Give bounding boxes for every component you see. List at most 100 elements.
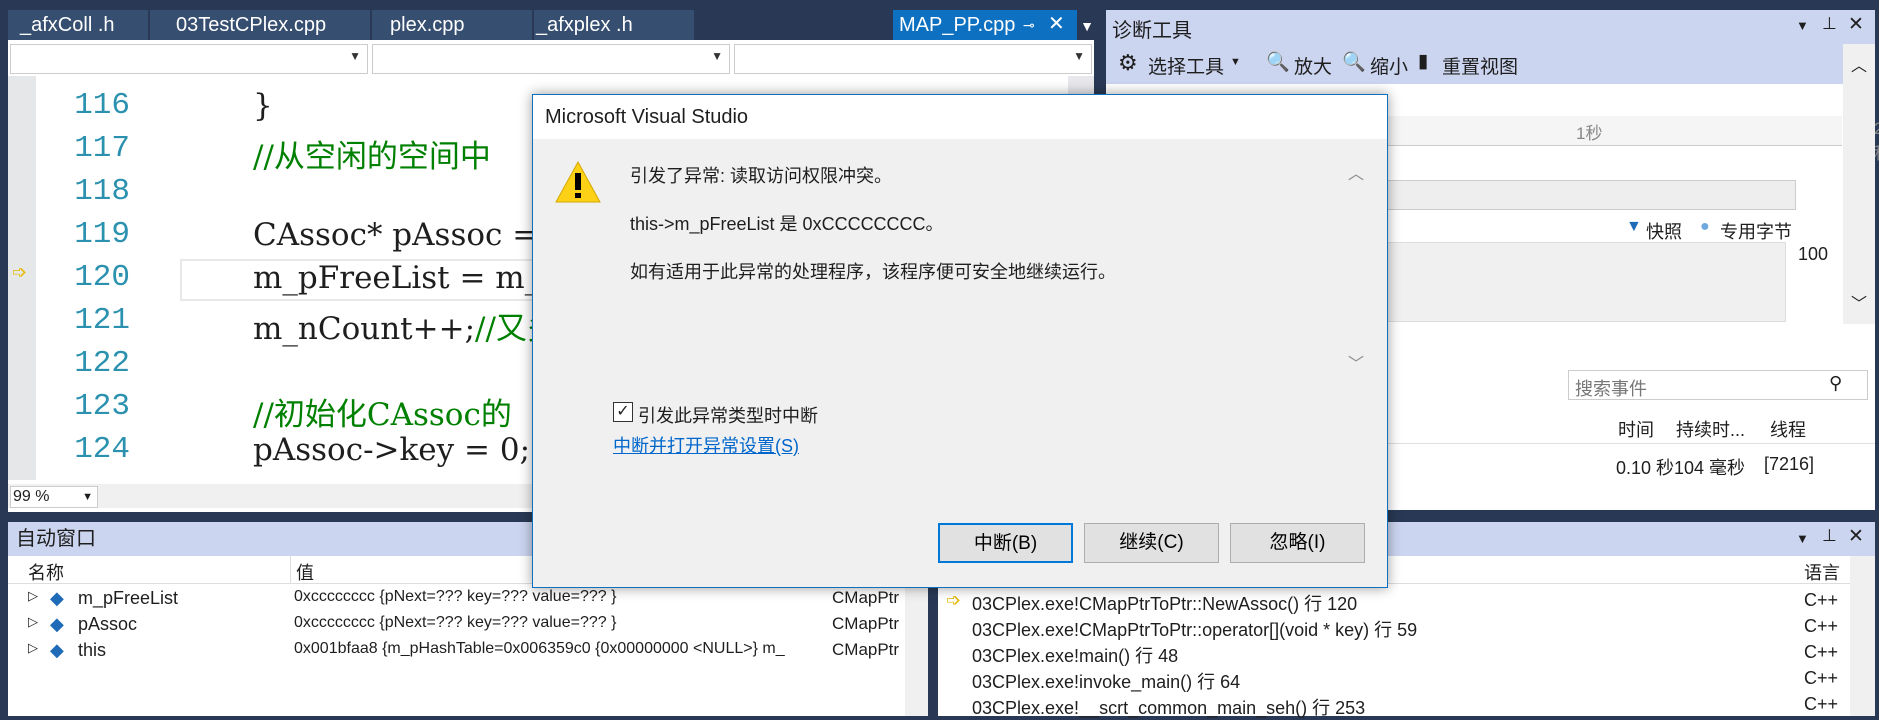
event-duration: 104 毫秒 (1674, 458, 1746, 478)
tab-map-pp-cpp[interactable]: MAP_PP.cpp ⊸ ✕ (893, 10, 1077, 40)
tab-label: MAP_PP.cpp (899, 14, 1016, 36)
memory-graph (1386, 242, 1786, 322)
warning-icon (555, 160, 601, 203)
chevron-down-icon: ▼ (82, 491, 93, 503)
zoom-level: 99 % (13, 488, 50, 505)
chevron-down-icon: ▼ (1073, 49, 1085, 63)
legend-snapshot: 快照 (1646, 222, 1682, 242)
code-line[interactable]: m_nCount++;//又多 (253, 303, 558, 348)
pin-icon[interactable]: ⊥ (1822, 526, 1837, 546)
column-name[interactable]: 名称 (28, 559, 64, 585)
line-number: 116 (74, 88, 130, 123)
zoom-level-combo[interactable]: 99 % ▼ (10, 486, 98, 508)
chevron-down-icon: ▼ (711, 49, 723, 63)
tab-label: _afxColl .h (20, 14, 115, 36)
line-number: 120 (74, 260, 130, 295)
continue-button[interactable]: 继续(C) (1084, 523, 1219, 563)
project-combo[interactable]: ▼ (10, 44, 368, 74)
variable-name: m_pFreeList (78, 588, 179, 608)
expand-icon[interactable]: ▷ (28, 640, 38, 656)
tab-afxplex-h[interactable]: _afxplex .h (534, 10, 694, 40)
chevron-up-icon[interactable]: ︿ (1851, 52, 1867, 76)
select-tool-button[interactable]: 选择工具 (1148, 52, 1224, 79)
search-placeholder: 搜索事件 (1575, 379, 1647, 399)
tab-afxcoll-h[interactable]: _afxColl .h (8, 10, 148, 40)
search-icon: ⚲ (1829, 373, 1843, 393)
code-line[interactable]: //从空闲的空间中 (253, 131, 491, 176)
memory-axis-max: 100 (1798, 244, 1829, 264)
variable-value: 0x001bfaa8 {m_pHashTable=0x006359c0 {0x0… (294, 640, 785, 657)
frame-name: 03CPlex.exe!CMapPtrToPtr::NewAssoc() 行 1… (972, 594, 1358, 614)
ignore-button[interactable]: 忽略(I) (1230, 523, 1365, 563)
column-divider[interactable] (290, 556, 291, 584)
zoom-in-button[interactable]: 放大 (1294, 52, 1332, 79)
diag-scrollbar[interactable]: ︿ ﹀ (1843, 44, 1875, 324)
reset-view-icon: ▮ (1418, 51, 1429, 72)
code-line[interactable]: } (253, 88, 273, 124)
variable-type: CMapPtr (832, 614, 900, 633)
variable-icon: ◆ (50, 588, 64, 608)
chevron-down-icon[interactable]: ▼ (1230, 56, 1241, 68)
line-number: 118 (74, 174, 130, 209)
tab-03testcplex-cpp[interactable]: 03TestCPlex.cpp (150, 10, 370, 40)
code-line[interactable]: //初始化CAssoc的 (253, 389, 512, 434)
line-number: 117 (74, 131, 130, 166)
exception-message: 引发了异常: 读取访问权限冲突。 (630, 166, 893, 186)
expand-icon[interactable]: ▷ (28, 614, 38, 630)
current-statement-arrow-icon: ➩ (12, 262, 28, 282)
close-icon[interactable]: ✕ (1848, 13, 1864, 36)
expand-icon[interactable]: ▷ (28, 588, 38, 604)
call-stack-scrollbar[interactable] (1850, 556, 1875, 716)
checkbox-label[interactable]: 引发此异常类型时中断 (638, 402, 818, 428)
pin-icon[interactable]: ⊥ (1822, 14, 1837, 34)
variable-name: pAssoc (78, 614, 138, 634)
tab-plex-cpp[interactable]: plex.cpp (372, 10, 532, 40)
variable-value: 0xcccccccc {pNext=??? key=??? value=??? … (294, 588, 617, 605)
code-line[interactable]: pAssoc->key = 0; (253, 432, 530, 468)
chevron-down-icon[interactable]: ﹀ (1348, 350, 1364, 374)
exception-hint: 如有适用于此异常的处理程序，该程序便可安全地继续运行。 (630, 262, 1116, 282)
dialog-title: Microsoft Visual Studio (545, 106, 749, 128)
tick-label: 1秒 (1576, 124, 1603, 143)
variable-type: CMapPtr (832, 640, 900, 659)
panel-title: 诊断工具 (1112, 20, 1192, 42)
search-events-input[interactable]: 搜索事件 ⚲ (1568, 370, 1868, 400)
frame-name: 03CPlex.exe!invoke_main() 行 64 (972, 672, 1241, 692)
line-number: 122 (74, 346, 130, 381)
variable-value: 0xcccccccc {pNext=??? key=??? value=??? … (294, 614, 617, 631)
member-combo[interactable]: ▼ (734, 44, 1092, 74)
exception-settings-link[interactable]: 中断并打开异常设置(S) (613, 432, 799, 458)
tab-label: plex.cpp (390, 14, 465, 36)
variable-icon: ◆ (50, 614, 64, 634)
break-on-exception-checkbox[interactable]: ✓ (613, 402, 633, 422)
zoom-out-button[interactable]: 缩小 (1370, 52, 1408, 79)
current-frame-arrow-icon: ➩ (946, 590, 962, 610)
pin-icon[interactable]: ⊸ (1023, 10, 1035, 40)
line-number: 124 (74, 432, 130, 467)
exception-message-area: 引发了异常: 读取访问权限冲突。 this->m_pFreeList 是 0xC… (542, 140, 1364, 385)
tab-overflow-dropdown-icon[interactable]: ▼ (1076, 12, 1098, 40)
close-icon[interactable]: ✕ (1848, 525, 1864, 548)
close-icon[interactable]: ✕ (1048, 9, 1065, 39)
break-button[interactable]: 中断(B) (938, 523, 1073, 563)
event-thread: [7216] (1764, 454, 1815, 474)
frame-name: 03CPlex.exe!main() 行 48 (972, 646, 1179, 666)
code-line[interactable]: CAssoc* pAssoc = (253, 217, 538, 253)
line-number: 123 (74, 389, 130, 424)
column-thread[interactable]: 线程 (1770, 416, 1806, 442)
check-icon: ✓ (616, 403, 630, 420)
code-line[interactable]: m_pFreeList = m_ (253, 260, 540, 296)
chevron-up-icon[interactable]: ︿ (1348, 160, 1364, 184)
chevron-down-icon[interactable]: ▼ (1796, 531, 1809, 546)
column-time[interactable]: 时间 (1618, 416, 1654, 442)
diagnostic-tools-titlebar: 诊断工具 ▼ ⊥ ✕ (1106, 10, 1875, 44)
column-language[interactable]: 语言 (1804, 559, 1840, 585)
column-duration[interactable]: 持续时... (1676, 416, 1745, 442)
reset-view-button[interactable]: 重置视图 (1442, 52, 1518, 79)
chevron-down-icon[interactable]: ﹀ (1851, 290, 1867, 314)
scope-combo[interactable]: ▼ (372, 44, 730, 74)
chevron-down-icon[interactable]: ▼ (1796, 18, 1809, 33)
frame-language: C++ (1804, 642, 1839, 662)
column-value[interactable]: 值 (296, 559, 314, 585)
snapshot-icon: ▼ (1626, 218, 1642, 235)
